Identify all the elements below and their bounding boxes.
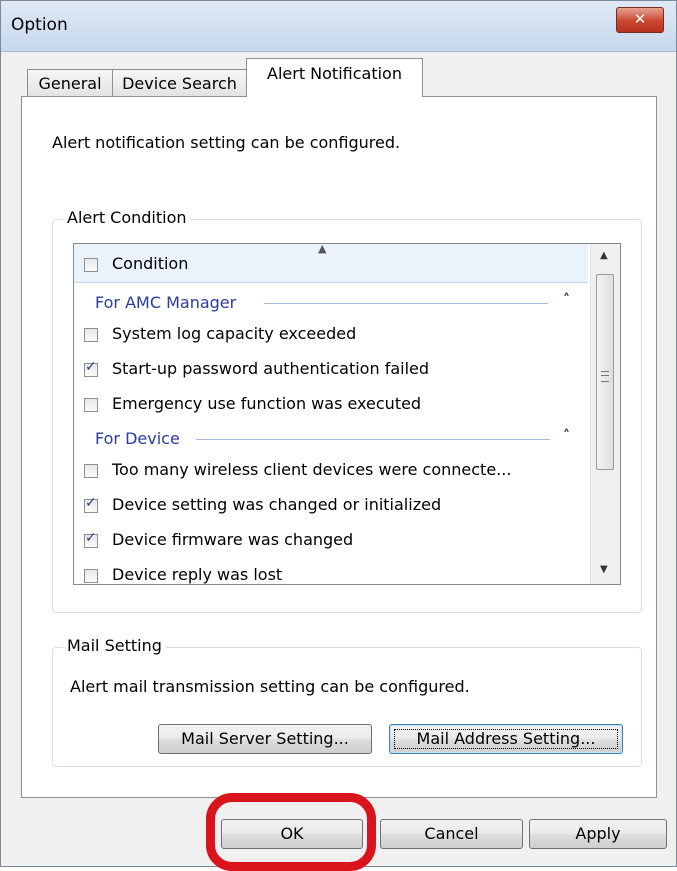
ok-highlight-annotation <box>206 793 376 871</box>
title-bar[interactable]: Option ✕ <box>1 1 676 52</box>
apply-button[interactable]: Apply <box>529 819 667 849</box>
checkbox-reply-lost[interactable] <box>84 569 98 583</box>
close-button[interactable]: ✕ <box>616 7 664 33</box>
cancel-button[interactable]: Cancel <box>380 819 523 849</box>
item-label: Too many wireless client devices were co… <box>112 460 512 479</box>
select-all-checkbox[interactable] <box>84 258 98 272</box>
mail-server-setting-label: Mail Server Setting... <box>181 729 349 748</box>
mail-address-setting-label: Mail Address Setting... <box>416 729 596 748</box>
collapse-chevron-icon[interactable]: ˄ <box>563 292 570 308</box>
tab-alert-notification[interactable]: Alert Notification <box>246 58 423 97</box>
mail-address-setting-button[interactable]: Mail Address Setting... <box>389 724 623 754</box>
item-label: Device firmware was changed <box>112 530 354 549</box>
condition-column-header[interactable]: ▲ Condition <box>74 244 588 283</box>
item-label: Emergency use function was executed <box>112 394 422 413</box>
item-label: Start-up password authentication failed <box>112 359 430 378</box>
scroll-down-arrow-icon[interactable]: ▼ <box>600 564 608 575</box>
group-label-device: For Device <box>95 429 180 448</box>
checkbox-emergency-use[interactable] <box>84 398 98 412</box>
item-label: System log capacity exceeded <box>112 324 357 343</box>
cancel-label: Cancel <box>424 824 479 843</box>
mail-server-setting-button[interactable]: Mail Server Setting... <box>158 724 372 754</box>
close-icon: ✕ <box>633 10 647 28</box>
item-label: Device reply was lost <box>112 565 283 584</box>
condition-header-label: Condition <box>112 254 189 273</box>
checkbox-system-log[interactable] <box>84 328 98 342</box>
checkbox-wireless-clients[interactable] <box>84 464 98 478</box>
alert-condition-list[interactable]: ▲ Condition For AMC Manager ˄ System log… <box>73 243 621 585</box>
mail-setting-group: Mail Setting Alert mail transmission set… <box>52 636 642 767</box>
scroll-up-arrow-icon[interactable]: ▲ <box>600 250 608 261</box>
collapse-chevron-icon[interactable]: ˄ <box>563 428 570 444</box>
checkbox-firmware-changed[interactable] <box>84 530 98 548</box>
window-title: Option <box>11 15 68 35</box>
sort-ascending-icon: ▲ <box>318 243 327 255</box>
alert-condition-legend: Alert Condition <box>63 208 191 227</box>
vertical-scrollbar[interactable]: ▲ ▼ <box>590 244 620 584</box>
checkbox-startup-password[interactable] <box>84 359 98 377</box>
group-divider <box>196 439 550 440</box>
item-label: Device setting was changed or initialize… <box>112 495 442 514</box>
option-dialog: Option ✕ General Device Search Alert Not… <box>0 0 677 867</box>
intro-text: Alert notification setting can be config… <box>52 133 401 152</box>
mail-setting-description: Alert mail transmission setting can be c… <box>70 677 470 696</box>
tab-general[interactable]: General <box>27 69 113 96</box>
alert-notification-page: Alert notification setting can be config… <box>21 96 657 798</box>
alert-condition-group: Alert Condition ▲ Condition For AMC Mana… <box>52 208 642 613</box>
tab-device-search[interactable]: Device Search <box>112 69 247 96</box>
checkbox-setting-changed[interactable] <box>84 495 98 513</box>
grip-icon <box>601 371 609 382</box>
apply-label: Apply <box>575 824 621 843</box>
mail-setting-legend: Mail Setting <box>63 636 166 655</box>
group-divider <box>264 303 548 304</box>
scrollbar-thumb[interactable] <box>596 274 614 470</box>
group-label-amc-manager: For AMC Manager <box>95 293 237 312</box>
